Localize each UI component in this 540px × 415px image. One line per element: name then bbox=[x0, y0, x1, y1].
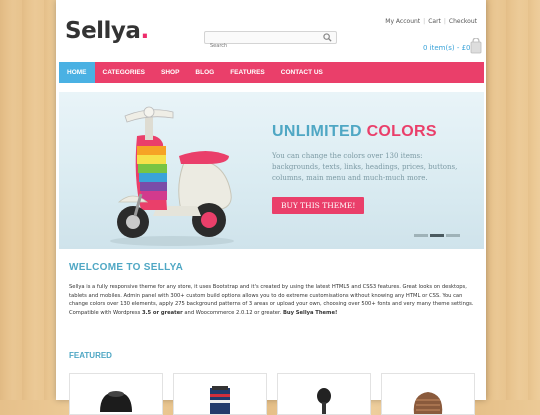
product-image bbox=[317, 388, 331, 414]
product-card[interactable] bbox=[381, 373, 475, 415]
nav-item-contact-us[interactable]: CONTACT US bbox=[273, 62, 331, 83]
search-box bbox=[204, 31, 337, 52]
slider-dot-1[interactable] bbox=[414, 234, 428, 237]
welcome-text: Sellya is a fully responsive theme for a… bbox=[69, 283, 477, 317]
welcome-paragraph: Sellya is a fully responsive theme for a… bbox=[69, 284, 474, 307]
compatibility-paragraph: Compatible with Wordpress 3.5 or greater… bbox=[69, 309, 338, 316]
nav-item-features[interactable]: FEATURES bbox=[222, 62, 273, 83]
cart-icon[interactable] bbox=[470, 38, 482, 54]
product-card[interactable] bbox=[277, 373, 371, 415]
featured-heading: FEATURED bbox=[69, 351, 112, 360]
nav-item-home[interactable]: HOME bbox=[59, 62, 95, 83]
search-input[interactable] bbox=[205, 40, 320, 52]
slider-pager bbox=[414, 234, 460, 237]
cart-link[interactable]: Cart bbox=[425, 18, 444, 25]
buy-sellya-link[interactable]: Buy Sellya Theme! bbox=[283, 310, 337, 316]
scooter-image bbox=[110, 106, 234, 246]
cart-total[interactable]: 0 item(s) - £0 bbox=[423, 44, 471, 52]
nav-item-blog[interactable]: BLOG bbox=[187, 62, 222, 83]
slider-dot-3[interactable] bbox=[446, 234, 460, 237]
page-container: Sellya. My Account|Cart|Checkout 0 item(… bbox=[56, 0, 486, 415]
slider-dot-2[interactable] bbox=[430, 234, 444, 237]
my-account-link[interactable]: My Account bbox=[382, 18, 423, 25]
hero-slider[interactable]: UNLIMITED COLORS You can change the colo… bbox=[59, 92, 484, 249]
search-icon[interactable] bbox=[323, 33, 332, 42]
product-image bbox=[413, 392, 443, 414]
nav-item-categories[interactable]: CATEGORIES bbox=[95, 62, 154, 83]
checkout-link[interactable]: Checkout bbox=[446, 18, 480, 25]
buy-theme-button[interactable]: BUY THIS THEME! bbox=[272, 197, 365, 214]
nav-item-shop[interactable]: SHOP bbox=[153, 62, 187, 83]
top-links: My Account | Cart | Checkout bbox=[382, 18, 480, 25]
product-image bbox=[210, 386, 230, 414]
slide-title: UNLIMITED COLORS bbox=[272, 123, 437, 140]
product-card[interactable] bbox=[69, 373, 163, 415]
product-card[interactable] bbox=[173, 373, 267, 415]
main-menu: HOME CATEGORIES SHOP BLOG FEATURES CONTA… bbox=[59, 62, 484, 83]
featured-products bbox=[69, 373, 475, 415]
welcome-heading: WELCOME TO SELLYA bbox=[69, 262, 184, 273]
product-image bbox=[100, 391, 132, 412]
slide-description: You can change the colors over 130 items… bbox=[272, 152, 458, 182]
site-logo[interactable]: Sellya. bbox=[65, 18, 149, 44]
